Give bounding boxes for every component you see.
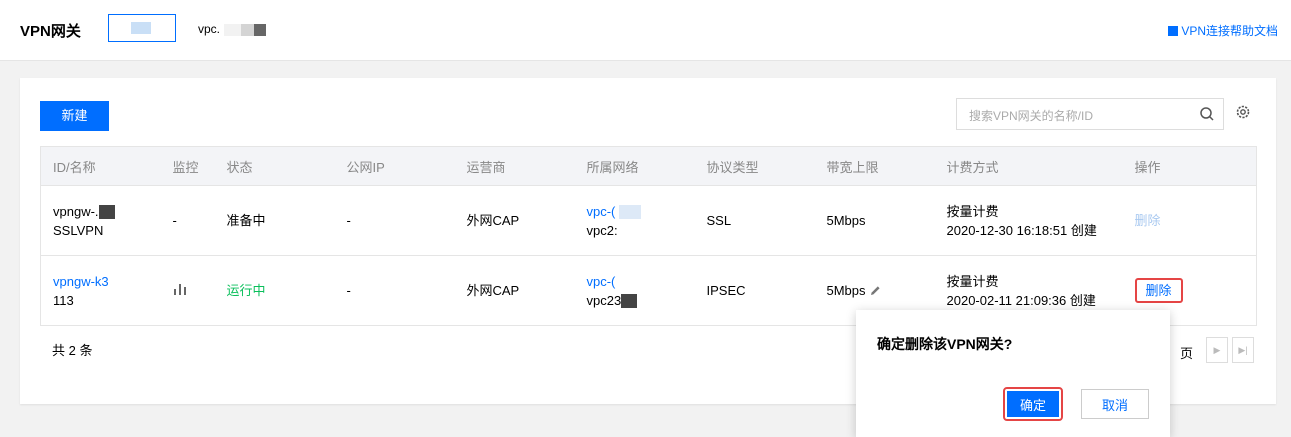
- col-header-isp: 运营商: [454, 146, 575, 186]
- confirm-button[interactable]: 确定: [1007, 391, 1059, 417]
- col-header-status: 状态: [214, 146, 335, 186]
- delete-button[interactable]: 删除: [1134, 278, 1183, 303]
- cell-status: 运行中: [214, 255, 335, 326]
- vpc-select-prefix: vpc.: [198, 22, 221, 36]
- cell-isp: 外网CAP: [454, 255, 575, 326]
- col-header-monitor: 监控: [160, 146, 215, 186]
- last-page-icon[interactable]: ▶|: [1232, 337, 1254, 363]
- external-link-icon: [1168, 26, 1179, 36]
- col-header-protocol: 协议类型: [694, 146, 815, 186]
- col-header-bandwidth: 带宽上限: [814, 146, 935, 186]
- col-header-billing: 计费方式: [934, 146, 1123, 186]
- top-bar: VPN网关 vpc. VPN连接帮助文档: [0, 0, 1291, 61]
- gateway-name: SSLVPN: [53, 222, 104, 238]
- network-name: vpc2:: [586, 222, 618, 238]
- billing-mode: 按量计费: [946, 273, 999, 289]
- region-select[interactable]: [108, 14, 176, 42]
- col-header-public-ip: 公网IP: [334, 146, 455, 186]
- help-doc-link-label: VPN连接帮助文档: [1181, 24, 1278, 38]
- cell-network: vpc-( vpc2:: [574, 185, 695, 256]
- cell-isp: 外网CAP: [454, 185, 575, 256]
- cell-billing: 按量计费 2020-12-30 16:18:51 创建: [934, 185, 1123, 256]
- cell-protocol: IPSEC: [694, 255, 815, 326]
- edit-pencil-icon[interactable]: [870, 285, 881, 296]
- region-select-value: [131, 22, 151, 34]
- redacted-mask: [98, 205, 115, 220]
- search-input[interactable]: 搜索VPN网关的名称/ID: [956, 98, 1224, 130]
- gateway-id-link[interactable]: vpngw-k3: [53, 274, 109, 289]
- network-id-link[interactable]: vpc-(: [587, 204, 616, 219]
- gateway-name: 113: [53, 292, 74, 308]
- gear-icon[interactable]: [1233, 102, 1253, 122]
- search-placeholder: 搜索VPN网关的名称/ID: [969, 109, 1094, 123]
- cell-protocol: SSL: [694, 185, 815, 256]
- cell-status: 准备中: [214, 185, 335, 256]
- cancel-button[interactable]: 取消: [1081, 389, 1149, 419]
- redacted-mask: [619, 205, 642, 220]
- gateway-id: vpngw-.: [53, 203, 99, 219]
- vpc-select-value: [224, 23, 267, 36]
- bandwidth-value: 5Mbps: [826, 283, 866, 298]
- cell-bandwidth: 5Mbps: [814, 185, 935, 256]
- page-suffix: 页: [1180, 346, 1194, 361]
- total-count: 共 2 条: [52, 343, 93, 358]
- table-header-row: ID/名称 监控 状态 公网IP 运营商 所属网络 协议类型 带宽上限 计费方式…: [40, 146, 1257, 186]
- created-time: 2020-02-11 21:09:36 创建: [946, 292, 1096, 308]
- vpc-select[interactable]: vpc.: [198, 22, 267, 36]
- col-header-network: 所属网络: [574, 146, 695, 186]
- col-header-id: ID/名称: [40, 146, 161, 186]
- confirm-message: 确定删除该VPN网关?: [877, 336, 1013, 352]
- search-icon[interactable]: [1199, 106, 1215, 122]
- table-row: vpngw-. SSLVPN - 准备中 - 外网CAP vpc-( vpc2: …: [40, 185, 1257, 256]
- network-name: vpc23: [586, 292, 622, 308]
- cell-public-ip: -: [334, 255, 455, 326]
- billing-mode: 按量计费: [946, 203, 999, 219]
- vpn-gateway-table: ID/名称 监控 状态 公网IP 运营商 所属网络 协议类型 带宽上限 计费方式…: [40, 146, 1257, 326]
- cell-action: 删除: [1122, 185, 1257, 256]
- delete-button-disabled: 删除: [1134, 213, 1161, 228]
- delete-confirm-popover: 确定删除该VPN网关? 确定 取消: [856, 310, 1170, 437]
- page-title: VPN网关: [20, 23, 81, 40]
- cell-network: vpc-( vpc23: [574, 255, 695, 326]
- cell-id-name: vpngw-. SSLVPN: [40, 185, 161, 256]
- new-button[interactable]: 新建: [40, 101, 109, 131]
- confirm-highlight: 确定: [1003, 387, 1063, 421]
- pagination: 页 ▶ ▶|: [1166, 337, 1256, 365]
- cell-id-name: vpngw-k3 113: [40, 255, 161, 326]
- next-page-icon[interactable]: ▶: [1206, 337, 1228, 363]
- bar-chart-icon[interactable]: [173, 283, 187, 295]
- cell-monitor: -: [160, 185, 215, 256]
- created-time: 2020-12-30 16:18:51 创建: [946, 222, 1097, 238]
- cell-public-ip: -: [334, 185, 455, 256]
- network-id-link[interactable]: vpc-(: [587, 274, 616, 289]
- help-doc-link[interactable]: VPN连接帮助文档: [1168, 22, 1278, 39]
- redacted-mask: [621, 294, 638, 309]
- col-header-action: 操作: [1122, 146, 1257, 186]
- cell-monitor: [160, 255, 215, 326]
